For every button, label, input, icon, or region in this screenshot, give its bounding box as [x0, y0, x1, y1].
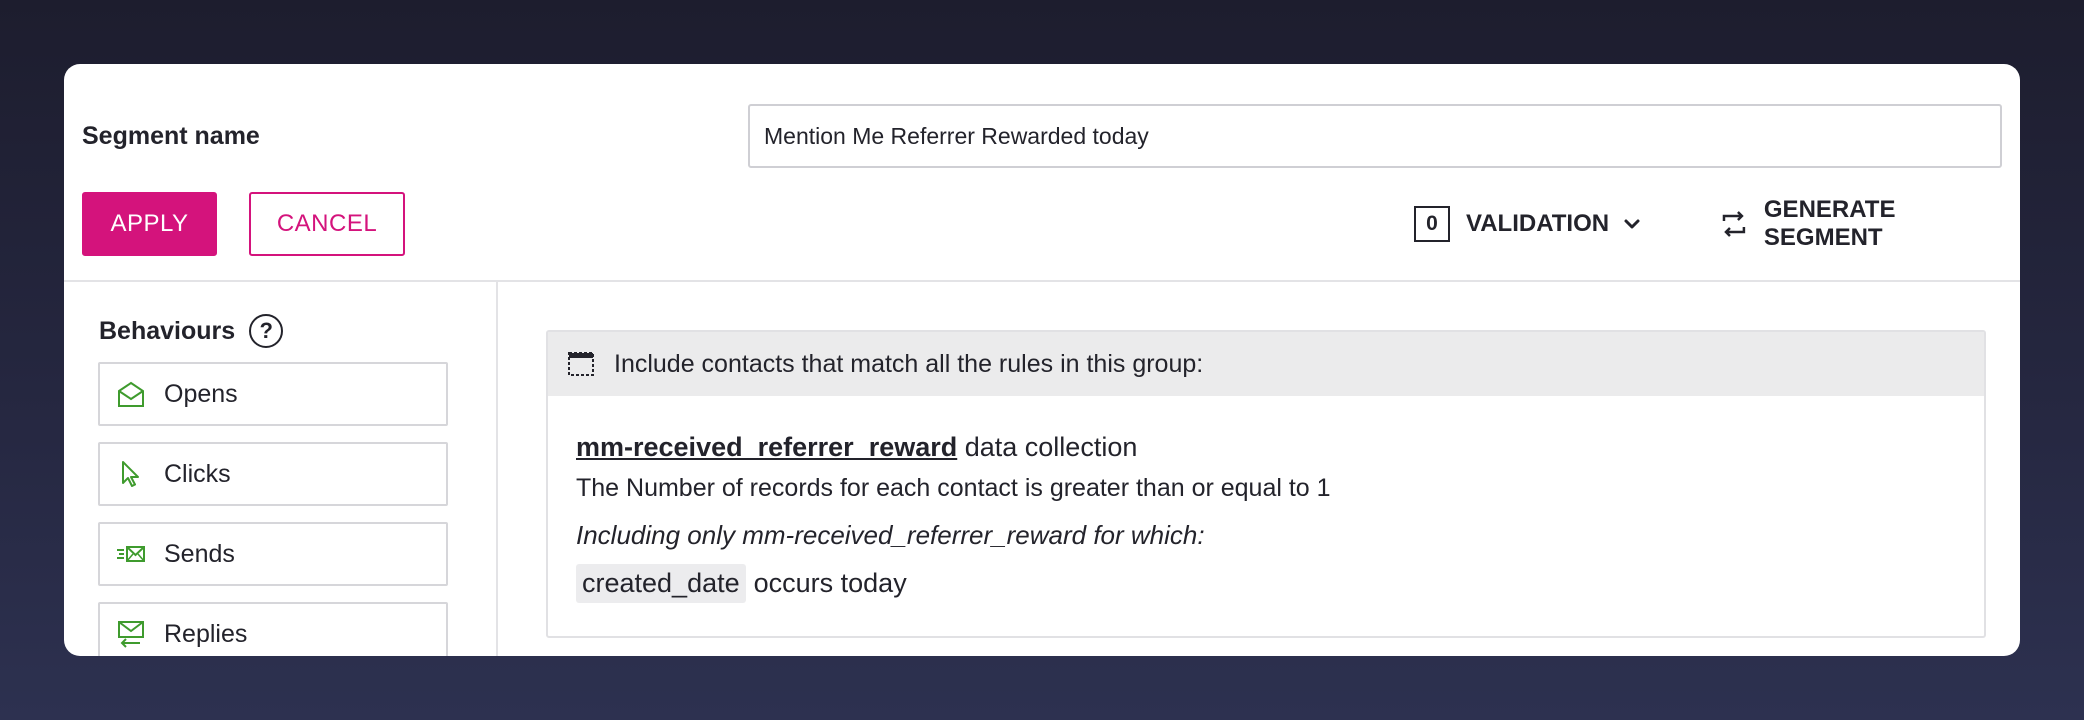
- validation-label: VALIDATION: [1466, 210, 1610, 237]
- reply-envelope-icon: [118, 621, 144, 648]
- behaviours-title: Behaviours: [99, 316, 236, 345]
- collection-link[interactable]: mm-received_referrer_reward: [576, 432, 957, 462]
- segment-name-input[interactable]: [748, 104, 2002, 168]
- field-chip: created_date: [576, 564, 746, 603]
- rule-group-header: Include contacts that match all the rule…: [548, 332, 1984, 396]
- header-divider: [64, 280, 2020, 282]
- segment-header: Segment name APPLY CANCEL 0 VALIDATION G…: [64, 64, 2020, 280]
- rule-group-title: Include contacts that match all the rule…: [614, 349, 1204, 378]
- segment-name-label: Segment name: [82, 122, 260, 150]
- cursor-icon: [122, 461, 139, 487]
- segment-editor-card: Segment name APPLY CANCEL 0 VALIDATION G…: [64, 64, 2020, 656]
- field-condition-text: occurs today: [753, 568, 907, 598]
- behaviour-label: Clicks: [164, 459, 231, 488]
- behaviour-item-replies[interactable]: Replies: [98, 602, 448, 656]
- validation-dropdown[interactable]: 0 VALIDATION: [1414, 206, 1641, 242]
- refresh-arrows-icon: [1722, 211, 1746, 237]
- panel-divider: [496, 282, 498, 656]
- behaviour-item-clicks[interactable]: Clicks: [98, 442, 448, 506]
- behaviours-heading: Behaviours ?: [99, 314, 284, 348]
- generate-segment-label: GENERATE SEGMENT: [1763, 196, 1896, 251]
- behaviour-label: Replies: [164, 619, 248, 648]
- collection-suffix: data collection: [957, 432, 1138, 462]
- cancel-button[interactable]: CANCEL: [249, 192, 405, 256]
- group-window-icon: [568, 352, 594, 376]
- chevron-down-icon: [1624, 219, 1640, 229]
- rule-field-condition: created_date occurs today: [576, 564, 907, 603]
- validation-count-badge: 0: [1414, 206, 1450, 242]
- rule-group: Include contacts that match all the rule…: [546, 330, 1986, 638]
- send-envelope-icon: [117, 546, 145, 562]
- apply-button[interactable]: APPLY: [82, 192, 217, 256]
- envelope-open-icon: [118, 381, 144, 407]
- help-icon[interactable]: ?: [249, 314, 284, 348]
- rule-condition: The Number of records for each contact i…: [576, 474, 1331, 502]
- behaviour-item-opens[interactable]: Opens: [98, 362, 448, 426]
- behaviour-item-sends[interactable]: Sends: [98, 522, 448, 586]
- behaviour-label: Sends: [164, 539, 235, 568]
- generate-segment-button[interactable]: GENERATE SEGMENT: [1718, 196, 2020, 251]
- rule-including-text: Including only mm-received_referrer_rewa…: [576, 520, 1205, 550]
- rule-collection-line: mm-received_referrer_reward data collect…: [576, 432, 1137, 463]
- behaviour-label: Opens: [164, 379, 238, 408]
